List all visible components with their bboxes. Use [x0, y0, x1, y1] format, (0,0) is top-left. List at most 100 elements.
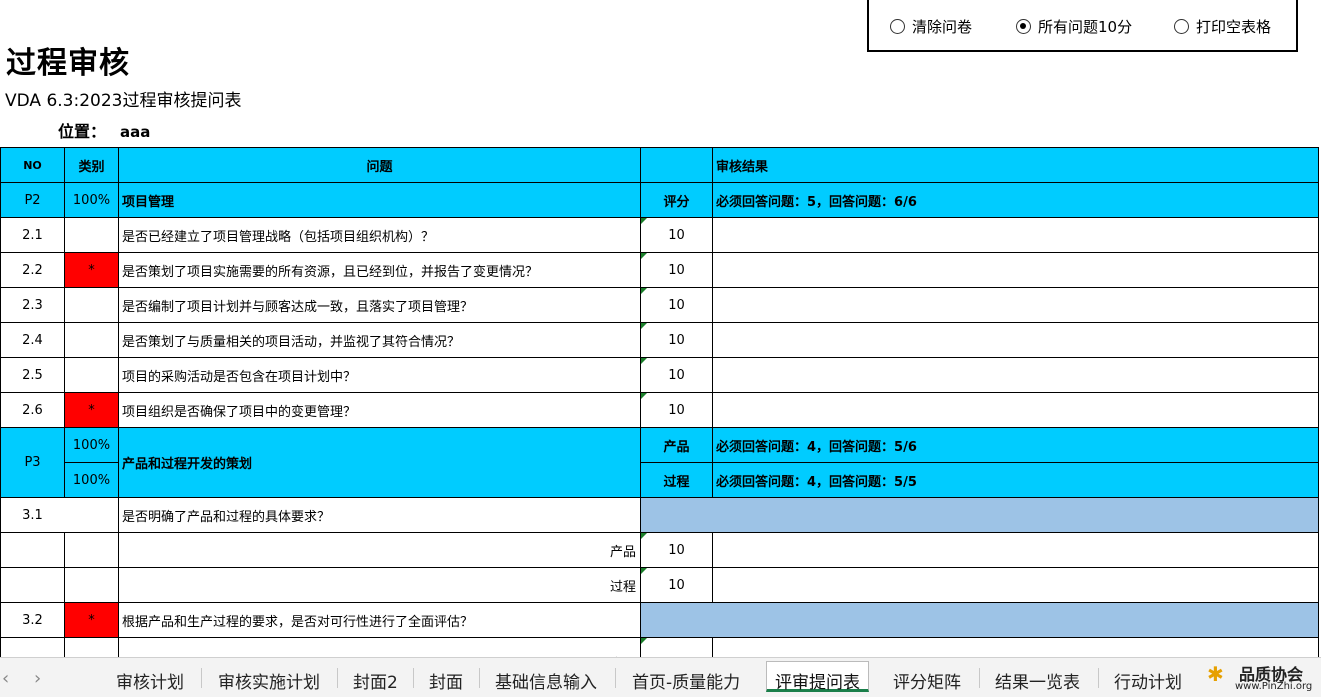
- section-no[interactable]: P3: [0, 427, 65, 498]
- score-cell[interactable]: 10: [640, 357, 713, 393]
- section-no[interactable]: P2: [0, 182, 65, 218]
- question-no[interactable]: 3.1: [0, 497, 65, 533]
- option-clear-questionnaire[interactable]: 清除问卷: [890, 16, 972, 37]
- question-no[interactable]: 3.2: [0, 602, 65, 638]
- must-question-marker[interactable]: *: [64, 252, 119, 288]
- product-sub-label[interactable]: 产品: [118, 532, 641, 568]
- table-row: 2.2 * 是否策划了项目实施需要的所有资源，且已经到位，并报告了变更情况？ 1…: [0, 252, 1319, 288]
- tab-cover[interactable]: 封面: [429, 668, 463, 693]
- process-label[interactable]: 过程: [640, 462, 713, 498]
- location-row: 位置： aaa: [58, 118, 150, 142]
- result-cell[interactable]: [712, 392, 1319, 428]
- question-text[interactable]: 是否已经建立了项目管理战略（包括项目组织机构）？: [118, 217, 641, 253]
- radio-icon[interactable]: [890, 19, 905, 34]
- table-header-row: NO 类别 问题 审核结果: [0, 147, 1319, 183]
- col-no: NO: [0, 147, 65, 183]
- table-row: 2.4 是否策划了与质量相关的项目活动，并监视了其符合情况？ 10: [0, 322, 1319, 358]
- question-no[interactable]: 2.5: [0, 357, 65, 393]
- question-category[interactable]: [64, 322, 119, 358]
- table-row: 3.1 是否明确了产品和过程的具体要求？: [0, 497, 1319, 533]
- tab-separator: [479, 668, 480, 688]
- score-cell[interactable]: 10: [640, 217, 713, 253]
- question-no[interactable]: [0, 532, 65, 568]
- must-question-marker[interactable]: *: [64, 392, 119, 428]
- question-no[interactable]: [0, 567, 65, 603]
- question-text[interactable]: 项目组织是否确保了项目中的变更管理？: [118, 392, 641, 428]
- section-percent-product[interactable]: 100%: [64, 427, 119, 463]
- table-row: 产品 10: [0, 532, 1319, 568]
- question-text[interactable]: 是否编制了项目计划并与顾客达成一致，且落实了项目管理？: [118, 287, 641, 323]
- score-cell[interactable]: 10: [640, 532, 713, 568]
- option-all-10[interactable]: 所有问题10分: [1016, 16, 1132, 37]
- question-category[interactable]: [64, 497, 119, 533]
- logo-star-icon: ✱: [1207, 662, 1224, 686]
- scroll-right-icon[interactable]: ›: [34, 668, 41, 689]
- question-text[interactable]: 根据产品和生产过程的要求，是否对可行性进行了全面评估？: [118, 602, 641, 638]
- question-category[interactable]: [64, 357, 119, 393]
- process-sub-label[interactable]: 过程: [118, 567, 641, 603]
- score-cell[interactable]: 10: [640, 322, 713, 358]
- section-row-p3-product: P3 100% 产品和过程开发的策划 产品 必须回答问题：4，回答问题：5/6: [0, 427, 1319, 498]
- result-header-cell[interactable]: [640, 602, 1319, 638]
- process-summary[interactable]: 必须回答问题：4，回答问题：5/5: [712, 462, 1319, 498]
- tab-review-questionnaire[interactable]: 评审提问表: [766, 661, 869, 693]
- result-cell[interactable]: [712, 322, 1319, 358]
- question-category[interactable]: [64, 532, 119, 568]
- question-text[interactable]: 项目的采购活动是否包含在项目计划中？: [118, 357, 641, 393]
- section-percent-process[interactable]: 100%: [64, 462, 119, 498]
- section-row-p2: P2 100% 项目管理 评分 必须回答问题：5，回答问题：6/6: [0, 182, 1319, 218]
- location-label: 位置：: [58, 122, 107, 141]
- score-cell[interactable]: 10: [640, 252, 713, 288]
- result-cell[interactable]: [712, 567, 1319, 603]
- tab-home-quality-capability[interactable]: 首页-质量能力: [632, 668, 740, 693]
- score-cell[interactable]: 10: [640, 567, 713, 603]
- col-question: 问题: [118, 147, 641, 183]
- scroll-left-icon[interactable]: ‹: [2, 668, 9, 689]
- result-cell[interactable]: [712, 287, 1319, 323]
- table-row: 2.6 * 项目组织是否确保了项目中的变更管理？ 10: [0, 392, 1319, 428]
- result-cell[interactable]: [712, 217, 1319, 253]
- tab-score-matrix[interactable]: 评分矩阵: [893, 668, 961, 693]
- table-row: 过程 10: [0, 567, 1319, 603]
- result-header-cell[interactable]: [640, 497, 1319, 533]
- radio-selected-icon[interactable]: [1016, 19, 1031, 34]
- question-text[interactable]: 是否策划了项目实施需要的所有资源，且已经到位，并报告了变更情况？: [118, 252, 641, 288]
- page-subtitle: VDA 6.3:2023过程审核提问表: [5, 91, 242, 111]
- score-label[interactable]: 评分: [640, 182, 713, 218]
- product-summary[interactable]: 必须回答问题：4，回答问题：5/6: [712, 427, 1319, 463]
- col-category: 类别: [64, 147, 119, 183]
- must-question-marker[interactable]: *: [64, 602, 119, 638]
- tab-audit-implementation-plan[interactable]: 审核实施计划: [218, 668, 320, 693]
- question-category[interactable]: [64, 567, 119, 603]
- score-cell[interactable]: 10: [640, 287, 713, 323]
- col-score-blank: [640, 147, 713, 183]
- tab-basic-info-input[interactable]: 基础信息输入: [495, 668, 597, 693]
- option-print-blank[interactable]: 打印空表格: [1174, 16, 1271, 37]
- product-label[interactable]: 产品: [640, 427, 713, 463]
- question-category[interactable]: [64, 217, 119, 253]
- question-no[interactable]: 2.3: [0, 287, 65, 323]
- question-text[interactable]: 是否策划了与质量相关的项目活动，并监视了其符合情况？: [118, 322, 641, 358]
- radio-icon[interactable]: [1174, 19, 1189, 34]
- result-cell[interactable]: [712, 252, 1319, 288]
- tab-results-overview[interactable]: 结果一览表: [995, 668, 1080, 693]
- section-title[interactable]: 项目管理: [118, 182, 641, 218]
- section-summary[interactable]: 必须回答问题：5，回答问题：6/6: [712, 182, 1319, 218]
- section-percent[interactable]: 100%: [64, 182, 119, 218]
- score-cell[interactable]: 10: [640, 392, 713, 428]
- question-no[interactable]: 2.2: [0, 252, 65, 288]
- question-text[interactable]: 是否明确了产品和过程的具体要求？: [118, 497, 641, 533]
- question-no[interactable]: 2.4: [0, 322, 65, 358]
- question-category[interactable]: [64, 287, 119, 323]
- question-no[interactable]: 2.1: [0, 217, 65, 253]
- section-title[interactable]: 产品和过程开发的策划: [118, 427, 641, 498]
- watermark-logo: ✱ 品质协会 www.PinZhi.org: [1205, 658, 1321, 697]
- tab-audit-plan[interactable]: 审核计划: [116, 668, 184, 693]
- tab-separator: [201, 668, 202, 688]
- tab-action-plan[interactable]: 行动计划: [1114, 668, 1182, 693]
- result-cell[interactable]: [712, 532, 1319, 568]
- question-no[interactable]: 2.6: [0, 392, 65, 428]
- tab-cover-2[interactable]: 封面2: [353, 668, 398, 693]
- result-cell[interactable]: [712, 357, 1319, 393]
- table-row: 2.5 项目的采购活动是否包含在项目计划中？ 10: [0, 357, 1319, 393]
